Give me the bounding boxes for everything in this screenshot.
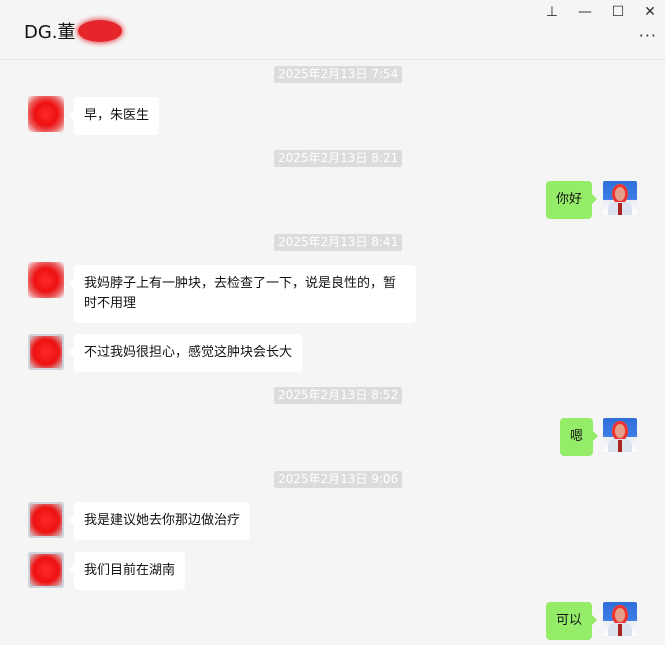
my-avatar[interactable] bbox=[603, 602, 637, 636]
contact-avatar[interactable] bbox=[28, 96, 64, 132]
timestamp: 2025年2月13日 8:21 bbox=[274, 150, 403, 167]
message-bubble[interactable]: 嗯 bbox=[560, 418, 599, 456]
my-avatar[interactable] bbox=[603, 181, 637, 215]
timestamp: 2025年2月13日 7:54 bbox=[274, 66, 403, 83]
close-icon[interactable]: ✕ bbox=[639, 3, 661, 21]
chat-title: DG.董 bbox=[24, 18, 122, 44]
avatar-tie bbox=[618, 440, 622, 452]
contact-avatar[interactable] bbox=[28, 334, 64, 370]
message-bubble[interactable]: 你好 bbox=[546, 181, 598, 219]
avatar-face bbox=[612, 605, 628, 625]
avatar-tie bbox=[618, 203, 622, 215]
message-bubble[interactable]: 早，朱医生 bbox=[68, 97, 160, 135]
maximize-icon[interactable]: ☐ bbox=[607, 3, 629, 21]
message-bubble[interactable]: 不过我妈很担心，感觉这肿块会长大 bbox=[68, 334, 303, 372]
message-list[interactable]: 2025年2月13日 7:54 早，朱医生 2025年2月13日 8:21 你好… bbox=[0, 60, 665, 645]
contact-avatar[interactable] bbox=[28, 552, 64, 588]
my-avatar[interactable] bbox=[603, 418, 637, 452]
timestamp: 2025年2月13日 8:52 bbox=[274, 387, 403, 404]
message-bubble[interactable]: 可以 bbox=[546, 602, 598, 640]
timestamp: 2025年2月13日 8:41 bbox=[274, 234, 403, 251]
chat-title-text: DG.董 bbox=[24, 22, 76, 43]
message-bubble[interactable]: 我是建议她去你那边做治疗 bbox=[68, 502, 251, 540]
avatar-face bbox=[612, 184, 628, 204]
avatar-face bbox=[612, 421, 628, 441]
more-icon[interactable]: ··· bbox=[639, 26, 657, 45]
contact-avatar[interactable] bbox=[28, 262, 64, 298]
avatar-tie bbox=[618, 624, 622, 636]
message-bubble[interactable]: 我妈脖子上有一肿块，去检查了一下，说是良性的，暂时不用理 bbox=[69, 265, 416, 323]
redaction-mark bbox=[77, 20, 122, 42]
timestamp: 2025年2月13日 9:06 bbox=[274, 471, 403, 488]
contact-avatar[interactable] bbox=[28, 502, 64, 538]
pin-icon[interactable]: ⊥ bbox=[541, 3, 563, 21]
message-bubble[interactable]: 我们目前在湖南 bbox=[68, 552, 186, 590]
minimize-icon[interactable]: — bbox=[574, 3, 596, 21]
title-bar: DG.董 ⊥ — ☐ ✕ ··· bbox=[0, 0, 665, 60]
